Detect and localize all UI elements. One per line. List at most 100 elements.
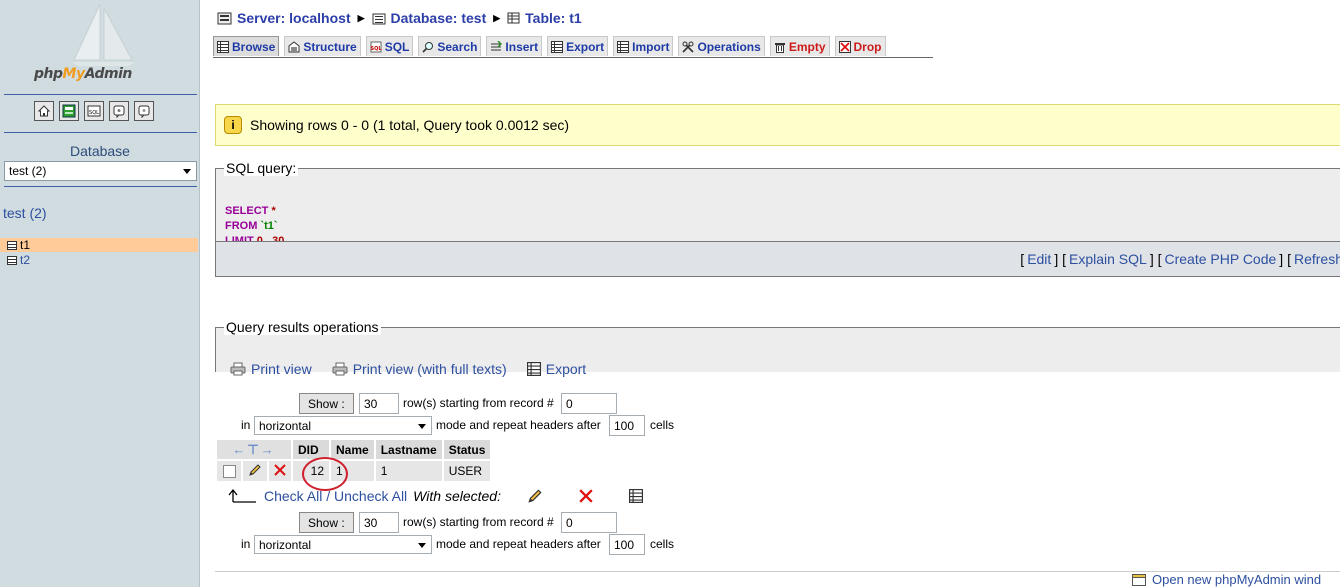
info-icon: i <box>224 116 242 134</box>
repeat-headers-input[interactable]: 100 <box>609 415 645 436</box>
success-notice: i Showing rows 0 - 0 (1 total, Query too… <box>215 104 1340 146</box>
drop-icon <box>838 40 851 53</box>
mode-text: mode and repeat headers after <box>436 418 601 432</box>
tab-operations[interactable]: Operations <box>678 36 765 56</box>
breadcrumb-table[interactable]: Table: t1 <box>525 10 582 26</box>
delete-icon[interactable] <box>579 489 593 503</box>
export-icon[interactable] <box>628 489 643 503</box>
rows-input[interactable]: 30 <box>359 512 399 533</box>
refresh-link[interactable]: Refresh <box>1294 251 1340 267</box>
sailboat-icon <box>72 3 136 66</box>
tab-import[interactable]: Import <box>613 36 674 56</box>
new-window-icon <box>1132 573 1146 586</box>
database-icon <box>372 13 386 24</box>
database-select[interactable]: test (2) <box>4 161 197 181</box>
table-icon <box>507 12 520 24</box>
show-button[interactable]: Show : <box>299 393 354 414</box>
display-mode-select[interactable]: horizontal <box>254 535 432 554</box>
column-header-lastname[interactable]: Lastname <box>375 440 442 459</box>
start-record-input[interactable]: 0 <box>561 393 617 414</box>
table-item-t1[interactable]: t1 <box>0 238 198 252</box>
table-header-row: ←⊤→ DID Name Lastname Status <box>217 440 491 459</box>
cell-lastname: 1 <box>375 461 442 481</box>
column-header-status[interactable]: Status <box>443 440 491 459</box>
sql-query-links: [Edit] [Explain SQL] [Create PHP Code] [… <box>215 241 1340 277</box>
tab-drop[interactable]: Drop <box>834 36 886 56</box>
arrow-right-icon: ▶ <box>357 12 365 23</box>
column-toggle-icon[interactable]: ←⊤→ <box>232 442 275 457</box>
create-php-code-link[interactable]: Create PHP Code <box>1164 251 1276 267</box>
rows-input[interactable]: 30 <box>359 393 399 414</box>
tab-label: Browse <box>232 39 276 54</box>
show-button[interactable]: Show : <box>299 512 354 533</box>
print-view-link[interactable]: Print view <box>230 361 312 377</box>
print-view-full-link[interactable]: Print view (with full texts) <box>332 361 507 377</box>
arrow-right-icon: ▶ <box>493 12 501 23</box>
export-icon <box>551 40 564 53</box>
tab-label: Export <box>566 39 605 54</box>
database-link[interactable]: test (2) <box>3 205 47 221</box>
svg-text:SQL: SQL <box>89 110 99 116</box>
mysql-docs-icon[interactable] <box>134 101 154 121</box>
tab-search[interactable]: Search <box>418 36 482 56</box>
table-row: 12 1 1 USER <box>217 461 491 481</box>
divider <box>4 132 197 133</box>
tab-sql[interactable]: SQL SQL <box>365 36 414 56</box>
row-checkbox[interactable] <box>222 465 236 479</box>
open-new-window-link[interactable]: Open new phpMyAdmin wind <box>1132 572 1321 587</box>
in-text: in <box>241 537 251 551</box>
cells-text: cells <box>650 418 675 432</box>
tab-label: Search <box>437 39 478 54</box>
column-header-name[interactable]: Name <box>331 440 374 459</box>
tab-label: Insert <box>505 39 539 54</box>
annotation-circle <box>302 457 348 491</box>
tab-empty[interactable]: Empty <box>769 36 830 56</box>
tab-label: Drop <box>853 39 882 54</box>
pencil-icon[interactable] <box>527 488 543 504</box>
pencil-icon[interactable] <box>248 463 262 477</box>
table-item-t2[interactable]: t2 <box>0 253 198 267</box>
database-caption: Database <box>70 143 130 159</box>
tab-label: Operations <box>697 39 761 54</box>
sql-query-legend: SQL query: <box>224 160 299 176</box>
check-all-bar: Check All / Uncheck All With selected: <box>228 488 643 504</box>
documentation-icon[interactable] <box>109 101 129 121</box>
breadcrumb-database[interactable]: Database: test <box>391 10 487 26</box>
structure-icon <box>288 40 300 52</box>
query-results-operations: Query results operations Print view Prin… <box>215 319 1340 377</box>
table-item-label: t2 <box>20 253 31 267</box>
breadcrumb: Server: localhost ▶ Database: test ▶ Tab… <box>217 10 582 26</box>
wrench-icon <box>682 41 695 53</box>
tab-label: SQL <box>384 39 410 54</box>
rows-text: row(s) starting from record # <box>403 515 554 529</box>
home-icon[interactable] <box>34 101 54 121</box>
export-link[interactable]: Export <box>526 361 586 377</box>
delete-icon[interactable] <box>274 463 286 476</box>
export-icon <box>526 362 541 376</box>
sql-query-box: SQL query: SELECT * FROM `t1` LIMIT 0 , … <box>215 160 1340 247</box>
tab-label: Import <box>632 39 670 54</box>
browse-icon <box>217 40 229 53</box>
operations-list: Print view Print view (with full texts) … <box>230 361 586 377</box>
explain-sql-link[interactable]: Explain SQL <box>1069 251 1147 267</box>
table-icon <box>7 240 17 250</box>
cell-status: USER <box>443 461 491 481</box>
breadcrumb-server[interactable]: Server: localhost <box>237 10 351 26</box>
phpmyadmin-logo[interactable]: phpMyAdmin <box>0 0 200 92</box>
tab-browse[interactable]: Browse <box>213 36 280 56</box>
exit-icon[interactable] <box>59 101 79 121</box>
start-record-input[interactable]: 0 <box>561 512 617 533</box>
svg-text:SQL: SQL <box>370 46 382 52</box>
arrow-left-up-icon <box>228 488 256 503</box>
trash-icon <box>774 42 785 53</box>
repeat-headers-input[interactable]: 100 <box>609 534 645 555</box>
edit-link[interactable]: Edit <box>1027 251 1051 267</box>
tab-insert[interactable]: Insert <box>486 36 543 56</box>
edit-cell <box>243 461 267 481</box>
check-all-link[interactable]: Check All / Uncheck All <box>264 488 407 504</box>
sql-window-icon[interactable]: SQL <box>84 101 104 121</box>
chevron-down-icon <box>418 543 426 548</box>
display-mode-select[interactable]: horizontal <box>254 416 432 435</box>
tab-structure[interactable]: Structure <box>284 36 361 56</box>
tab-export[interactable]: Export <box>547 36 609 56</box>
